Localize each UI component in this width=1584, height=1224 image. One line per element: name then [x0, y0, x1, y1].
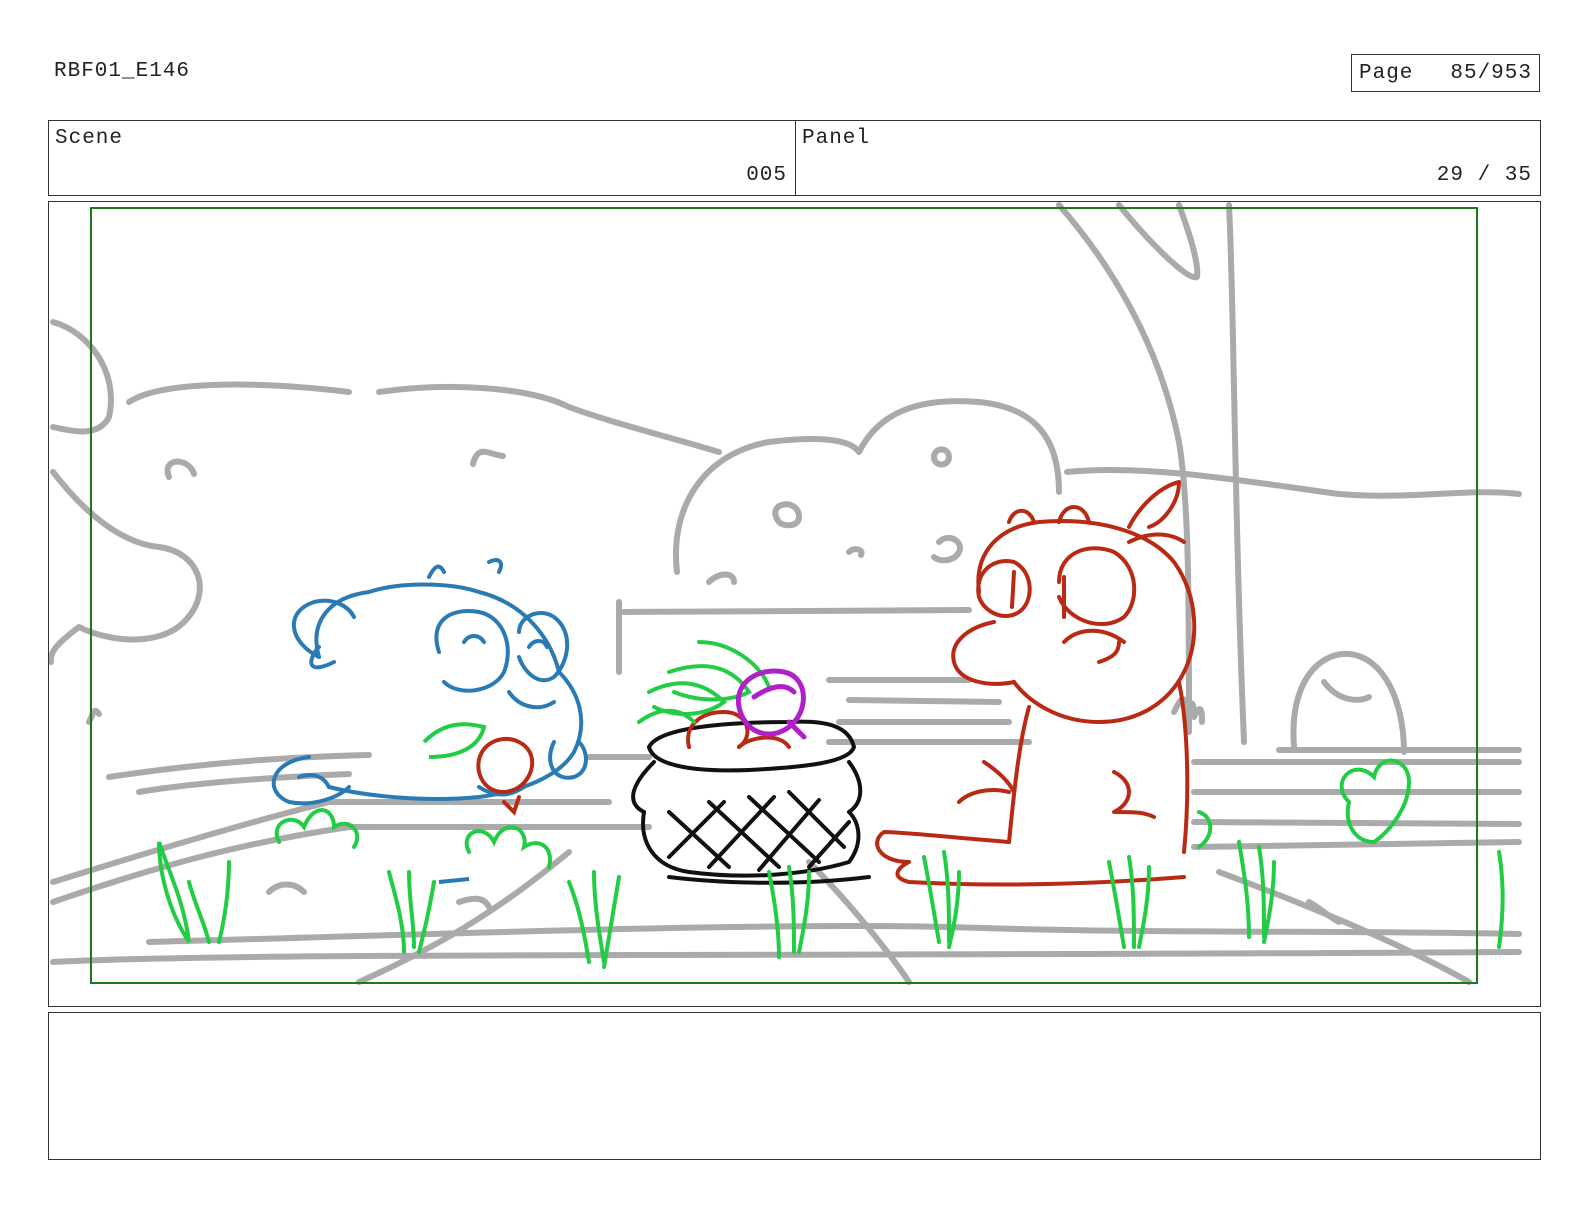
basket-leaves: [637, 640, 771, 724]
doc-id: RBF01_E146: [54, 60, 191, 83]
page-value: 85/953: [1450, 61, 1532, 85]
background-sketch: [49, 202, 1522, 985]
storyboard-drawing: [49, 202, 1522, 985]
onion: [735, 668, 807, 740]
red-character: [875, 480, 1197, 887]
storyboard-frame: [48, 201, 1541, 1007]
panel-cell: Panel 29 / 35: [796, 121, 1540, 195]
page-counter: Page 85/953: [1351, 54, 1540, 92]
panel-value: 29 / 35: [1436, 164, 1532, 187]
basket: [631, 719, 871, 885]
safe-frame: [90, 207, 1478, 984]
blue-character: [271, 558, 588, 806]
notes-box: [48, 1012, 1541, 1160]
page-label: Page: [1359, 61, 1414, 85]
panel-label: Panel: [802, 127, 871, 150]
header-row: Scene 005 Panel 29 / 35: [48, 120, 1541, 196]
leaf-blue: [422, 722, 487, 759]
scene-cell: Scene 005: [49, 121, 796, 195]
scene-value: 005: [746, 164, 787, 187]
scene-label: Scene: [55, 127, 124, 150]
blue-mark: [438, 877, 470, 884]
basket-fruit: [686, 709, 791, 749]
